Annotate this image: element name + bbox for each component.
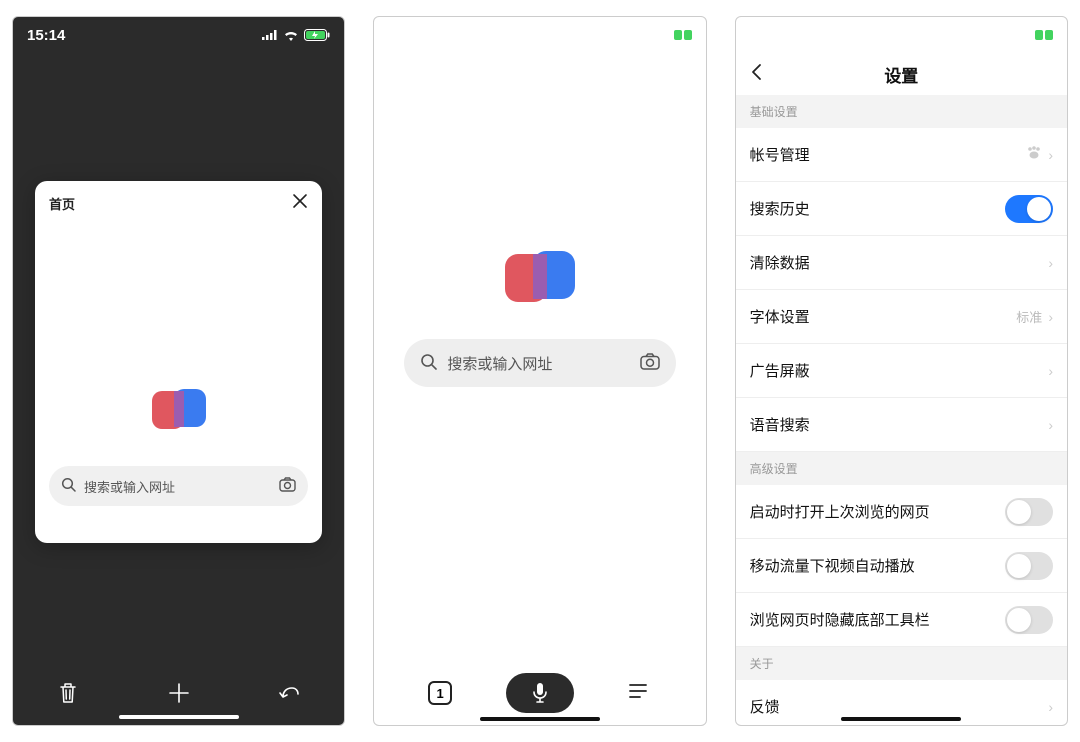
row-autoplay-cellular[interactable]: 移动流量下视频自动播放 bbox=[736, 539, 1067, 593]
chevron-right-icon: › bbox=[1048, 699, 1053, 715]
row-account[interactable]: 帐号管理 › bbox=[736, 128, 1067, 182]
chevron-right-icon: › bbox=[1048, 309, 1053, 325]
screen-settings: 设置 基础设置 帐号管理 › 搜索历史 清除数据 › 字体设置 标准 › 广告屏… bbox=[735, 16, 1068, 726]
battery-charging-icon bbox=[1035, 30, 1053, 40]
app-logo bbox=[374, 251, 705, 305]
search-placeholder: 搜索或输入网址 bbox=[447, 353, 552, 374]
chevron-right-icon: › bbox=[1048, 255, 1053, 271]
row-value: 标准 bbox=[1016, 307, 1042, 326]
screen-home: 搜索或输入网址 1 bbox=[373, 16, 706, 726]
row-label: 浏览网页时隐藏底部工具栏 bbox=[750, 609, 930, 630]
row-clear-data[interactable]: 清除数据 › bbox=[736, 236, 1067, 290]
status-time: 15:14 bbox=[27, 27, 65, 44]
tabs-button[interactable]: 1 bbox=[428, 681, 452, 705]
row-font-settings[interactable]: 字体设置 标准 › bbox=[736, 290, 1067, 344]
row-label: 搜索历史 bbox=[750, 198, 810, 219]
home-indicator[interactable] bbox=[841, 717, 961, 721]
row-voice-search[interactable]: 语音搜索 › bbox=[736, 398, 1067, 452]
row-label: 移动流量下视频自动播放 bbox=[750, 555, 915, 576]
search-icon bbox=[61, 477, 76, 495]
row-label: 反馈 bbox=[750, 696, 780, 717]
nav-bar: 设置 bbox=[736, 53, 1067, 95]
toggle-search-history[interactable] bbox=[1005, 195, 1053, 223]
toggle-hide-toolbar[interactable] bbox=[1005, 606, 1053, 634]
row-label: 帐号管理 bbox=[750, 144, 810, 165]
search-icon bbox=[420, 353, 437, 374]
undo-button[interactable] bbox=[265, 683, 313, 703]
row-label: 字体设置 bbox=[750, 306, 810, 327]
screen-tabs-overview: 15:14 首页 bbox=[12, 16, 345, 726]
page-title: 设置 bbox=[884, 62, 918, 87]
camera-search-button[interactable] bbox=[640, 353, 660, 374]
chevron-right-icon: › bbox=[1048, 363, 1053, 379]
status-bar bbox=[736, 17, 1067, 53]
app-logo bbox=[152, 389, 206, 436]
row-hide-toolbar[interactable]: 浏览网页时隐藏底部工具栏 bbox=[736, 593, 1067, 647]
search-bar[interactable]: 搜索或输入网址 bbox=[404, 339, 675, 387]
row-label: 清除数据 bbox=[750, 252, 810, 273]
row-restore-tabs[interactable]: 启动时打开上次浏览的网页 bbox=[736, 485, 1067, 539]
delete-tabs-button[interactable] bbox=[44, 682, 92, 704]
tab-title: 首页 bbox=[49, 194, 75, 213]
row-label: 广告屏蔽 bbox=[750, 360, 810, 381]
camera-icon bbox=[279, 477, 296, 495]
section-header-about: 关于 bbox=[736, 647, 1067, 680]
paw-icon bbox=[1026, 146, 1042, 164]
battery-charging-icon bbox=[674, 30, 692, 40]
menu-button[interactable] bbox=[628, 683, 652, 704]
row-ad-block[interactable]: 广告屏蔽 › bbox=[736, 344, 1067, 398]
back-button[interactable] bbox=[750, 63, 762, 86]
toggle-restore-tabs[interactable] bbox=[1005, 498, 1053, 526]
search-bar-preview: 搜索或输入网址 bbox=[49, 466, 308, 506]
tab-preview-card[interactable]: 首页 搜索或输入网址 bbox=[35, 181, 322, 543]
battery-charging-icon bbox=[304, 29, 330, 41]
signal-icon bbox=[262, 30, 278, 40]
chevron-right-icon: › bbox=[1048, 417, 1053, 433]
status-bar: 15:14 bbox=[13, 17, 344, 53]
close-tab-button[interactable] bbox=[292, 193, 308, 214]
row-label: 启动时打开上次浏览的网页 bbox=[750, 501, 930, 522]
home-indicator[interactable] bbox=[480, 717, 600, 721]
home-indicator[interactable] bbox=[119, 715, 239, 719]
voice-search-button[interactable] bbox=[506, 673, 574, 713]
status-bar bbox=[374, 17, 705, 53]
row-search-history[interactable]: 搜索历史 bbox=[736, 182, 1067, 236]
home-bottom-bar: 1 bbox=[374, 661, 705, 725]
wifi-icon bbox=[283, 30, 299, 41]
tab-count-label: 1 bbox=[437, 686, 444, 701]
row-label: 语音搜索 bbox=[750, 414, 810, 435]
section-header-advanced: 高级设置 bbox=[736, 452, 1067, 485]
section-header-basic: 基础设置 bbox=[736, 95, 1067, 128]
toggle-autoplay-cellular[interactable] bbox=[1005, 552, 1053, 580]
search-placeholder: 搜索或输入网址 bbox=[84, 477, 175, 496]
new-tab-button[interactable] bbox=[155, 681, 203, 705]
chevron-right-icon: › bbox=[1048, 147, 1053, 163]
